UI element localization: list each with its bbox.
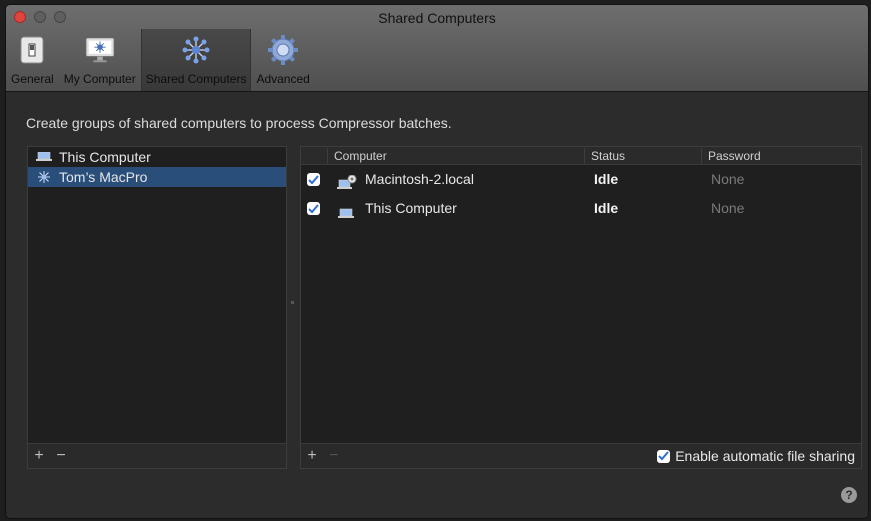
help-button[interactable]: ? bbox=[841, 487, 857, 503]
computer-name: Macintosh-2.local bbox=[365, 171, 474, 187]
list-item[interactable]: Tom’s MacPro bbox=[28, 167, 286, 187]
computer-status: Idle bbox=[594, 200, 619, 216]
auto-file-sharing-checkbox[interactable] bbox=[657, 449, 671, 463]
laptop-icon bbox=[337, 201, 357, 218]
table-row[interactable]: Macintosh-2.local Idle None bbox=[301, 165, 861, 194]
checkmark-icon bbox=[658, 451, 669, 461]
auto-file-sharing-label: Enable automatic file sharing bbox=[675, 448, 855, 464]
cluster-icon bbox=[180, 34, 212, 66]
laptop-icon bbox=[36, 151, 52, 163]
tab-shared-computers-label: Shared Computers bbox=[145, 72, 247, 86]
remove-group-button[interactable]: − bbox=[50, 445, 72, 467]
computers-bottom-bar: + − Enable automatic file sharing bbox=[301, 443, 861, 468]
auto-file-sharing-toggle[interactable]: Enable automatic file sharing bbox=[657, 448, 855, 464]
table-header: Computer Status Password bbox=[301, 147, 861, 165]
computer-status: Idle bbox=[594, 171, 619, 187]
toolbar: General My Computer Shared Computers Adv… bbox=[6, 29, 315, 91]
network-laptop-icon bbox=[337, 172, 357, 189]
split-handle[interactable] bbox=[291, 301, 294, 304]
list-item[interactable]: This Computer bbox=[28, 147, 286, 167]
checkmark-icon bbox=[308, 174, 319, 184]
computer-name: This Computer bbox=[365, 200, 457, 216]
title-bar: Shared Computers General My Computer Sha… bbox=[6, 5, 868, 92]
add-computer-button[interactable]: + bbox=[301, 445, 323, 467]
computer-password: None bbox=[711, 200, 745, 216]
column-header-password[interactable]: Password bbox=[701, 148, 861, 164]
list-item-label: Tom’s MacPro bbox=[59, 169, 148, 185]
checkmark-icon bbox=[308, 203, 319, 213]
description-text: Create groups of shared computers to pro… bbox=[26, 115, 452, 131]
switch-icon bbox=[16, 34, 48, 66]
computers-pane: Computer Status Password Macintosh-2.loc… bbox=[300, 146, 862, 469]
tab-my-computer[interactable]: My Computer bbox=[59, 29, 141, 91]
gear-icon bbox=[267, 34, 299, 66]
remove-computer-button[interactable]: − bbox=[323, 445, 345, 467]
tab-advanced-label: Advanced bbox=[256, 72, 310, 86]
tab-general[interactable]: General bbox=[6, 29, 59, 91]
groups-pane: This Computer Tom’s MacPro + − bbox=[27, 146, 287, 469]
window-title: Shared Computers bbox=[378, 10, 496, 26]
groups-bottom-bar: + − bbox=[28, 443, 286, 468]
column-header-status[interactable]: Status bbox=[584, 148, 701, 164]
tab-general-label: General bbox=[11, 72, 54, 86]
computer-password: None bbox=[711, 171, 745, 187]
row-checkbox[interactable] bbox=[307, 173, 320, 186]
tab-advanced[interactable]: Advanced bbox=[251, 29, 314, 91]
add-group-button[interactable]: + bbox=[28, 445, 50, 467]
table-row[interactable]: This Computer Idle None bbox=[301, 194, 861, 223]
tab-shared-computers[interactable]: Shared Computers bbox=[140, 29, 252, 91]
list-item-label: This Computer bbox=[59, 149, 151, 165]
row-checkbox[interactable] bbox=[307, 202, 320, 215]
tab-my-computer-label: My Computer bbox=[63, 72, 136, 86]
cluster-icon bbox=[36, 171, 52, 183]
column-header-computer[interactable]: Computer bbox=[327, 148, 584, 164]
preferences-window: Shared Computers General My Computer Sha… bbox=[5, 4, 869, 519]
monitor-icon bbox=[84, 34, 116, 66]
